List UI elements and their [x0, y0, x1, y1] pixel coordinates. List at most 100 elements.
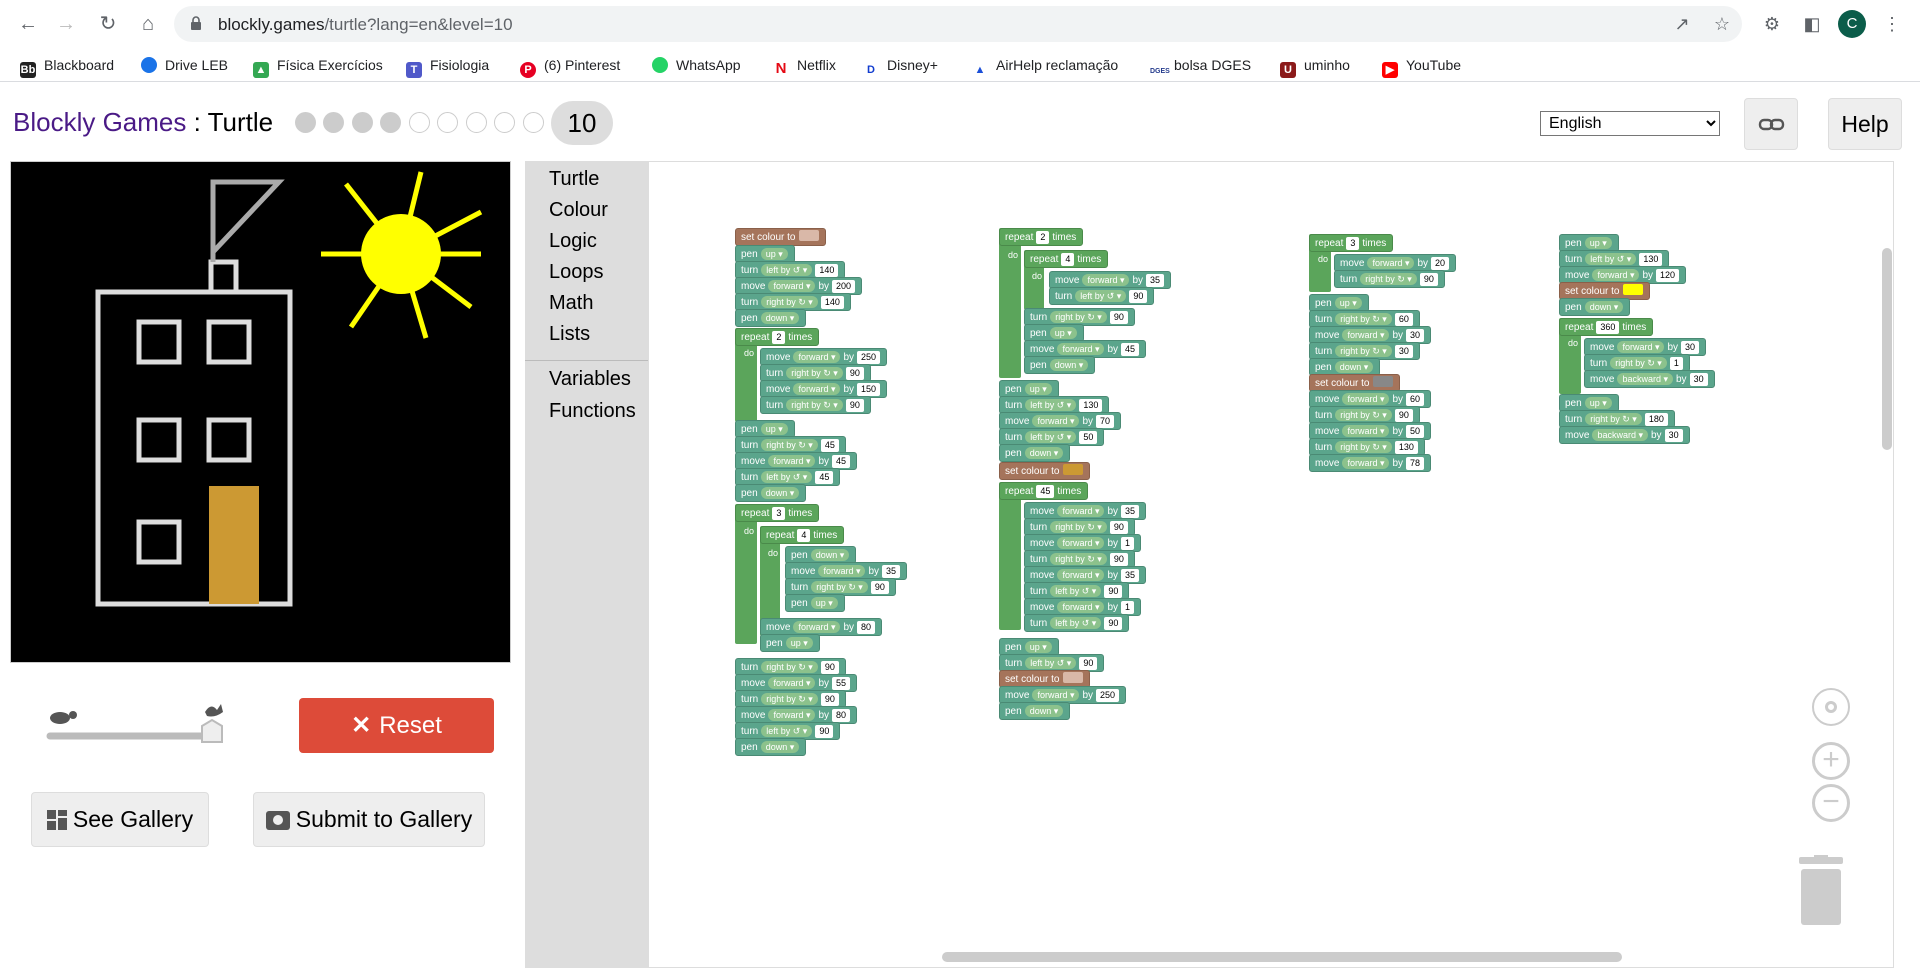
level-dot-4[interactable] — [380, 112, 401, 133]
level-dot-8[interactable] — [494, 112, 515, 133]
zoom-in-icon[interactable]: + — [1812, 742, 1850, 780]
link-button[interactable] — [1744, 98, 1798, 150]
block-number[interactable]: 2 — [1036, 231, 1050, 244]
block-dropdown[interactable]: right by ↻ ▾ — [761, 296, 818, 308]
vertical-scrollbar[interactable] — [1882, 248, 1892, 450]
back-icon[interactable]: ← — [16, 12, 40, 36]
block-dropdown[interactable]: right by ↻ ▾ — [761, 439, 818, 451]
bookmark-disney[interactable]: D Disney+ — [863, 54, 938, 78]
block-number[interactable]: 4 — [1061, 253, 1075, 266]
colour-swatch[interactable] — [1063, 464, 1084, 475]
colour-swatch[interactable] — [799, 230, 820, 241]
block-number[interactable]: 200 — [832, 280, 856, 293]
trash-icon[interactable] — [1797, 855, 1845, 927]
recenter-icon[interactable] — [1812, 688, 1850, 726]
block-dropdown[interactable]: down ▾ — [1024, 447, 1064, 459]
block-dropdown[interactable]: left by ↺ ▾ — [1025, 657, 1077, 669]
block-number[interactable]: 90 — [1109, 521, 1128, 534]
level-dot-9[interactable] — [523, 112, 544, 133]
home-icon[interactable]: ⌂ — [136, 12, 160, 36]
block-number[interactable]: 140 — [815, 264, 839, 277]
block-dropdown[interactable]: right by ↻ ▾ — [1610, 357, 1667, 369]
block-number[interactable]: 78 — [1406, 457, 1425, 470]
current-level-badge[interactable]: 10 — [551, 101, 613, 145]
address-bar[interactable]: blockly.games/turtle?lang=en&level=10 — [174, 6, 1742, 42]
block-number[interactable]: 1 — [1121, 601, 1135, 614]
move-block[interactable]: move backward ▾ by 30 — [1559, 426, 1690, 444]
block-number[interactable]: 60 — [1406, 393, 1425, 406]
bookmark-airhelp[interactable]: ▲ AirHelp reclamação — [972, 54, 1118, 78]
bookmark-dges[interactable]: DGES bolsa DGES — [1150, 54, 1251, 80]
block-dropdown[interactable]: up ▾ — [1024, 383, 1052, 395]
colour-swatch[interactable] — [1063, 672, 1084, 683]
block-number[interactable]: 35 — [1146, 274, 1165, 287]
block-dropdown[interactable]: right by ↻ ▾ — [1335, 313, 1392, 325]
block-number[interactable]: 45 — [1121, 343, 1140, 356]
level-dot-1[interactable] — [295, 112, 316, 133]
toolbox-functions[interactable]: Functions — [549, 400, 636, 423]
repeat-block[interactable]: repeat 45 times — [999, 482, 1089, 500]
bookmark-uminho[interactable]: Uuminho — [1280, 54, 1350, 78]
block-number[interactable]: 1 — [1669, 357, 1683, 370]
block-dropdown[interactable]: forward ▾ — [793, 383, 841, 395]
level-dot-7[interactable] — [466, 112, 487, 133]
block-dropdown[interactable]: right by ↻ ▾ — [761, 661, 818, 673]
block-number[interactable]: 90 — [845, 367, 864, 380]
block-number[interactable]: 90 — [1079, 657, 1098, 670]
block-dropdown[interactable]: forward ▾ — [1057, 343, 1105, 355]
block-dropdown[interactable]: right by ↻ ▾ — [1335, 441, 1392, 453]
reset-button[interactable]: ✕ Reset — [299, 698, 494, 753]
block-dropdown[interactable]: left by ↺ ▾ — [761, 471, 813, 483]
block-dropdown[interactable]: forward ▾ — [1082, 274, 1130, 286]
block-dropdown[interactable]: forward ▾ — [1032, 689, 1080, 701]
extensions-icon[interactable]: ⚙ — [1760, 12, 1784, 36]
block-dropdown[interactable]: right by ↻ ▾ — [786, 399, 843, 411]
toolbox-logic[interactable]: Logic — [549, 230, 597, 253]
set-colour-block[interactable]: set colour to — [999, 462, 1091, 480]
block-dropdown[interactable]: down ▾ — [1334, 361, 1374, 373]
block-number[interactable]: 45 — [1036, 485, 1055, 498]
pen-block[interactable]: pen down ▾ — [999, 444, 1071, 462]
pen-block[interactable]: pen down ▾ — [1024, 356, 1096, 374]
block-dropdown[interactable]: up ▾ — [1584, 237, 1612, 249]
block-number[interactable]: 130 — [1079, 399, 1103, 412]
turn-block[interactable]: turn right by ↻ ▾ 90 — [1334, 270, 1445, 288]
block-dropdown[interactable]: right by ↻ ▾ — [1050, 311, 1107, 323]
block-dropdown[interactable]: right by ↻ ▾ — [1585, 413, 1642, 425]
block-number[interactable]: 45 — [815, 471, 834, 484]
block-dropdown[interactable]: up ▾ — [1584, 397, 1612, 409]
block-dropdown[interactable]: forward ▾ — [818, 565, 866, 577]
block-number[interactable]: 90 — [845, 399, 864, 412]
block-dropdown[interactable]: up ▾ — [1049, 327, 1077, 339]
block-number[interactable]: 70 — [1096, 415, 1115, 428]
bookmark-whatsapp[interactable]: WhatsApp — [652, 54, 741, 76]
block-dropdown[interactable]: down ▾ — [760, 312, 800, 324]
block-dropdown[interactable]: right by ↻ ▾ — [1335, 345, 1392, 357]
block-dropdown[interactable]: right by ↻ ▾ — [1050, 553, 1107, 565]
repeat-block[interactable]: repeat 4 times — [1024, 250, 1109, 268]
block-number[interactable]: 60 — [1394, 313, 1413, 326]
block-number[interactable]: 90 — [820, 661, 839, 674]
block-number[interactable]: 55 — [832, 677, 851, 690]
block-number[interactable]: 360 — [1596, 321, 1620, 334]
block-number[interactable]: 30 — [1664, 429, 1683, 442]
block-number[interactable]: 2 — [772, 331, 786, 344]
block-dropdown[interactable]: forward ▾ — [1057, 569, 1105, 581]
block-dropdown[interactable]: forward ▾ — [1342, 329, 1390, 341]
toolbox-variables[interactable]: Variables — [549, 368, 631, 391]
block-dropdown[interactable]: left by ↺ ▾ — [1025, 431, 1077, 443]
side-panel-icon[interactable]: ◧ — [1800, 12, 1824, 36]
repeat-block[interactable]: repeat 2 times — [999, 228, 1084, 246]
block-dropdown[interactable]: forward ▾ — [1057, 601, 1105, 613]
block-dropdown[interactable]: down ▾ — [810, 549, 850, 561]
block-number[interactable]: 90 — [1129, 290, 1148, 303]
block-number[interactable]: 45 — [832, 455, 851, 468]
block-number[interactable]: 80 — [832, 709, 851, 722]
block-dropdown[interactable]: up ▾ — [810, 597, 838, 609]
share-icon[interactable]: ↗ — [1670, 12, 1694, 36]
block-dropdown[interactable]: left by ↺ ▾ — [1050, 617, 1102, 629]
block-number[interactable]: 120 — [1656, 269, 1680, 282]
repeat-block[interactable]: repeat 3 times — [735, 504, 820, 522]
block-dropdown[interactable]: left by ↺ ▾ — [1025, 399, 1077, 411]
block-number[interactable]: 35 — [1121, 505, 1140, 518]
